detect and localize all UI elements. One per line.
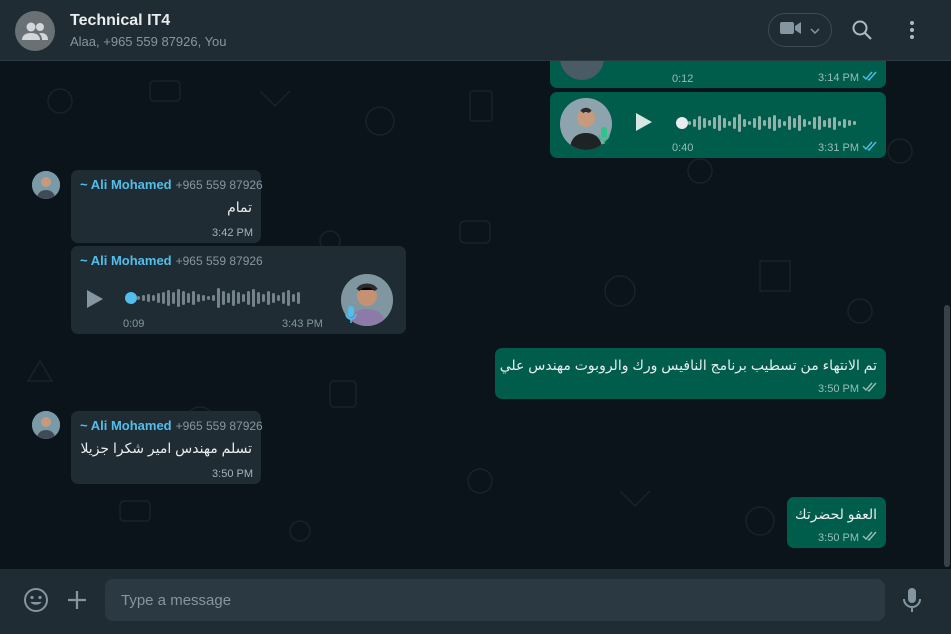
message-time: 3:14 PM [818, 71, 859, 84]
sender-phone: +965 559 87926 [175, 178, 263, 192]
message-time: 3:42 PM [212, 227, 253, 239]
message-voice-incoming[interactable]: ~ Ali Mohamed +965 559 87926 0:09 3:43 PM [71, 246, 406, 334]
emoji-icon[interactable] [23, 587, 49, 613]
message-meta: 3:31 PM [818, 141, 878, 154]
chat-header: Technical IT4 Alaa, +965 559 87926, You [0, 0, 951, 61]
mic-icon [343, 306, 359, 323]
message-sender-row: ~ Ali Mohamed +965 559 87926 [80, 176, 263, 194]
voice-duration: 0:12 [672, 73, 694, 85]
voice-waveform[interactable] [688, 112, 856, 134]
voice-duration: 0:09 [123, 318, 145, 330]
message-text-incoming[interactable]: ~ Ali Mohamed +965 559 87926 تسلم مهندس ا… [71, 411, 263, 484]
message-text: تمام [227, 199, 252, 215]
chat-participants[interactable]: Alaa, +965 559 87926, You [70, 34, 227, 49]
message-text-outgoing[interactable]: تم الانتهاء من تسطيب برنامج النافيس ورك … [495, 348, 886, 399]
message-meta: 3:50 PM [818, 531, 878, 544]
chat-title[interactable]: Technical IT4 [70, 12, 170, 30]
message-sender-row: ~ Ali Mohamed +965 559 87926 [80, 417, 263, 435]
sender-name[interactable]: ~ Ali Mohamed [80, 418, 172, 433]
message-meta: 3:50 PM [212, 468, 253, 480]
sender-name[interactable]: ~ Ali Mohamed [80, 177, 172, 192]
plus-icon[interactable] [65, 588, 89, 612]
avatar [560, 61, 604, 80]
message-time: 3:43 PM [282, 318, 323, 330]
message-voice-outgoing[interactable]: 0:40 3:31 PM [550, 92, 886, 158]
message-text: تم الانتهاء من تسطيب برنامج النافيس ورك … [499, 357, 877, 373]
sender-name[interactable]: ~ Ali Mohamed [80, 253, 172, 268]
search-icon[interactable] [850, 18, 874, 42]
play-icon[interactable] [632, 111, 654, 133]
sender-phone: +965 559 87926 [175, 419, 263, 433]
video-call-button[interactable] [768, 13, 832, 47]
message-text: العفو لحضرتك [795, 506, 877, 522]
sender-phone: +965 559 87926 [175, 254, 263, 268]
double-check-icon [862, 531, 878, 544]
message-meta: 3:50 PM [818, 382, 878, 395]
avatar[interactable] [32, 171, 60, 199]
group-avatar-icon[interactable] [15, 11, 55, 51]
double-check-icon [862, 382, 878, 395]
play-icon[interactable] [83, 288, 105, 310]
double-check-icon [862, 71, 878, 84]
message-time: 3:50 PM [818, 531, 859, 544]
voice-duration: 0:40 [672, 142, 694, 154]
message-time: 3:50 PM [212, 468, 253, 480]
message-text-incoming[interactable]: ~ Ali Mohamed +965 559 87926 تمام 3:42 PM [71, 170, 263, 243]
message-text-outgoing[interactable]: العفو لحضرتك 3:50 PM [787, 497, 886, 548]
message-sender-row: ~ Ali Mohamed +965 559 87926 [80, 252, 397, 270]
message-voice-outgoing[interactable]: 0:12 3:14 PM [550, 61, 886, 88]
voice-progress-handle[interactable] [125, 292, 137, 304]
conversation-panel: 0:12 3:14 PM 0:40 3:31 PM ~ Ali Mohamed … [0, 61, 943, 569]
avatar[interactable] [32, 411, 60, 439]
message-meta: 3:14 PM [818, 71, 878, 84]
chevron-down-icon [810, 21, 820, 39]
voice-waveform[interactable] [137, 287, 300, 309]
message-time: 3:50 PM [818, 382, 859, 395]
message-meta: 3:42 PM [212, 227, 253, 239]
mic-icon [596, 127, 612, 144]
message-text: تسلم مهندس امير شكرا جزيلا [80, 440, 252, 456]
chat-scrollbar-thumb[interactable] [944, 305, 950, 567]
menu-icon[interactable] [900, 18, 924, 42]
message-input[interactable] [105, 579, 885, 621]
voice-progress-handle[interactable] [676, 117, 688, 129]
video-call-icon [780, 21, 802, 40]
message-time: 3:31 PM [818, 141, 859, 154]
double-check-icon [862, 141, 878, 154]
mic-icon[interactable] [900, 586, 924, 614]
